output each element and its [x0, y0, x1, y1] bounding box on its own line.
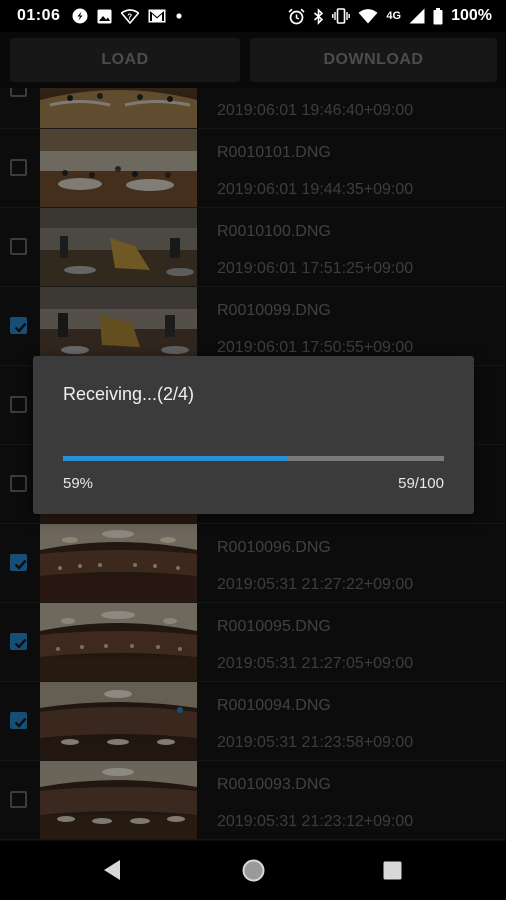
recents-icon[interactable] [383, 861, 402, 880]
wifi-icon [358, 8, 378, 23]
dot-icon [176, 13, 183, 19]
battery-icon [433, 7, 443, 24]
progress-dialog: Receiving...(2/4) 59% 59/100 [33, 356, 474, 514]
progress-bar-fill [63, 456, 288, 461]
battery-percent: 100% [451, 7, 492, 24]
signal-icon [409, 8, 425, 24]
progress-percent: 59% [63, 475, 94, 492]
dialog-title: Receiving...(2/4) [63, 384, 195, 404]
image-icon [97, 9, 112, 23]
home-icon[interactable] [242, 859, 265, 882]
alarm-icon [288, 8, 305, 24]
progress-count: 59/100 [398, 475, 444, 492]
svg-text:?: ? [128, 12, 133, 21]
back-icon[interactable] [102, 859, 122, 881]
status-bar: 01:06 ? 4G 100% [0, 0, 506, 32]
navigation-bar [0, 841, 506, 900]
edge-icon [72, 8, 88, 24]
status-time: 01:06 [17, 7, 61, 24]
wifi-question-icon: ? [121, 8, 140, 24]
vibrate-icon [332, 8, 351, 24]
gmail-icon [148, 9, 166, 23]
progress-bar [63, 456, 444, 461]
network-4g-icon: 4G [386, 10, 402, 22]
bluetooth-icon [314, 7, 324, 25]
